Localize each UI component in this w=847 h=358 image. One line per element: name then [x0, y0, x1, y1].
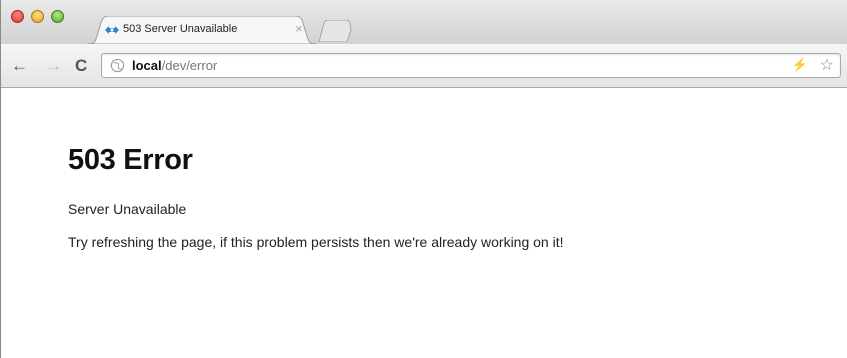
- diamond-arrows-favicon-icon: [105, 26, 119, 34]
- address-path: /dev/error: [161, 58, 218, 73]
- tab-active[interactable]: 503 Server Unavailable ×: [87, 16, 317, 44]
- maximize-window-icon[interactable]: [51, 10, 64, 23]
- reload-button[interactable]: C: [75, 56, 87, 76]
- address-host: local: [132, 58, 162, 73]
- bolt-icon[interactable]: ⚡: [792, 57, 808, 73]
- globe-icon: [110, 58, 125, 73]
- page-message: Try refreshing the page, if this problem…: [68, 234, 564, 250]
- page-subtitle: Server Unavailable: [68, 201, 187, 217]
- browser-toolbar: ← → C local/dev/error ⚡ ☆: [1, 44, 847, 88]
- new-tab-button[interactable]: [317, 20, 353, 42]
- close-window-icon[interactable]: [11, 10, 24, 23]
- browser-window: 503 Server Unavailable × ← → C local/dev…: [0, 0, 847, 358]
- page-title: 503 Error: [68, 144, 193, 176]
- tab-strip: 503 Server Unavailable ×: [1, 0, 847, 44]
- back-button[interactable]: ←: [11, 56, 28, 76]
- address-url: local/dev/error: [132, 58, 217, 73]
- minimize-window-icon[interactable]: [31, 10, 44, 23]
- address-bar[interactable]: local/dev/error ⚡ ☆: [101, 53, 841, 78]
- tab-close-icon[interactable]: ×: [295, 21, 303, 36]
- forward-button[interactable]: →: [45, 56, 62, 76]
- tab-title: 503 Server Unavailable: [123, 23, 238, 35]
- page-content: 503 Error Server Unavailable Try refresh…: [1, 88, 847, 358]
- bookmark-star-icon[interactable]: ☆: [820, 55, 834, 75]
